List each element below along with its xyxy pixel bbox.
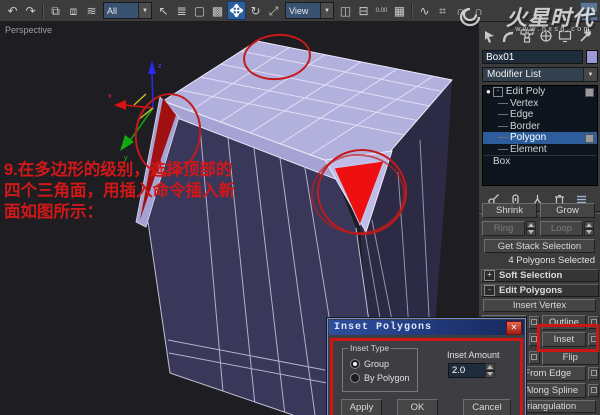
- stack-row-label: Edge: [510, 109, 534, 121]
- rollout-label: Soft Selection: [499, 270, 563, 281]
- modifier-stack: ● - Edit Poly Vertex Edge Border Polygon…: [482, 85, 598, 186]
- angle-snap-icon[interactable]: ∩: [470, 2, 487, 19]
- hierarchy-tab-icon[interactable]: [519, 28, 535, 44]
- stack-row-label: Edit Poly: [505, 86, 546, 98]
- reference-coordinate-dropdown[interactable]: View ▼: [285, 2, 334, 19]
- stack-row-edit-poly[interactable]: ● - Edit Poly: [483, 86, 597, 98]
- stack-row-box[interactable]: Box: [483, 155, 597, 168]
- dialog-title: Inset Polygons: [334, 322, 433, 333]
- loop-spinner[interactable]: [584, 221, 594, 236]
- tree-line: [498, 137, 508, 139]
- rollout-minus-icon[interactable]: -: [484, 285, 495, 296]
- percent-snap-icon[interactable]: 0.00: [373, 2, 390, 19]
- inset-polygons-dialog: Inset Polygons ✕ Inset Type Group By Pol…: [327, 318, 526, 415]
- stack-row-vertex[interactable]: Vertex: [483, 98, 597, 110]
- inset-annotation-box: [537, 324, 599, 352]
- insert-vertex-button[interactable]: Insert Vertex: [483, 299, 596, 312]
- select-object-icon[interactable]: ↖: [155, 2, 172, 19]
- bind-to-space-warp-icon[interactable]: ≋: [83, 2, 100, 19]
- rollout-plus-icon[interactable]: +: [484, 270, 495, 281]
- stack-row-border[interactable]: Border: [483, 121, 597, 133]
- 3dsmax-window: ↶ ↷ ⧉ ⧈ ≋ All ▼ ↖ ≣ ▢ ▩ ↻ ⤢ View ▼ ◫ ⊟ 0…: [0, 0, 600, 415]
- spline-settings-icon[interactable]: [588, 384, 599, 397]
- rollout-label: Edit Polygons: [499, 285, 563, 296]
- stack-expand-icon[interactable]: -: [492, 86, 503, 97]
- tutorial-annotation-text: 9.在多边形的级别，选择顶部的 四个三角面，用插入命令插入新 面如图所示：: [4, 161, 235, 221]
- edit-polygons-rollout[interactable]: - Edit Polygons: [481, 284, 599, 297]
- shrink-button[interactable]: Shrink: [482, 203, 537, 218]
- undo-icon[interactable]: ↶: [4, 2, 21, 19]
- move-cross-arrows: [230, 4, 243, 17]
- svg-text:x: x: [108, 93, 112, 100]
- dropdown-arrow-icon[interactable]: ▼: [138, 3, 151, 18]
- display-tab-icon[interactable]: [557, 28, 573, 44]
- select-by-name-icon[interactable]: ≣: [173, 2, 190, 19]
- create-tab-icon[interactable]: [481, 28, 497, 44]
- dialog-titlebar[interactable]: Inset Polygons: [329, 320, 524, 335]
- select-and-move-icon[interactable]: [227, 1, 246, 20]
- select-and-rotate-icon[interactable]: ↻: [247, 2, 264, 19]
- snap-toggle-icon[interactable]: ∩: [452, 2, 469, 19]
- soft-selection-rollout[interactable]: + Soft Selection: [481, 269, 599, 282]
- curve-editor-icon[interactable]: ∿: [416, 2, 433, 19]
- mirror-icon[interactable]: ◫: [337, 2, 354, 19]
- stack-row-edge[interactable]: Edge: [483, 109, 597, 121]
- grow-button[interactable]: Grow: [540, 203, 595, 218]
- panel-tabs: [481, 27, 599, 45]
- close-icon[interactable]: ✕: [506, 321, 522, 335]
- utilities-tab-icon[interactable]: [576, 28, 592, 44]
- modifier-list-dropdown[interactable]: Modifier List ▼: [482, 67, 598, 82]
- schematic-view-icon[interactable]: ⌗: [434, 2, 451, 19]
- dropdown-arrow-icon[interactable]: ▼: [320, 3, 333, 18]
- align-icon[interactable]: ⊟: [355, 2, 372, 19]
- stack-row-element[interactable]: Element: [483, 144, 597, 156]
- modify-tab-icon[interactable]: [500, 28, 516, 44]
- stack-checkbox[interactable]: [585, 134, 594, 143]
- layer-manager-icon[interactable]: ▦: [391, 2, 408, 19]
- lightbulb-icon[interactable]: ●: [486, 87, 491, 96]
- toolbar-separator: [42, 3, 44, 18]
- tree-line: [498, 125, 508, 127]
- stack-row-label: Vertex: [510, 97, 539, 109]
- stack-row-label: Element: [510, 143, 547, 155]
- object-color-swatch[interactable]: [586, 50, 598, 64]
- unlink-selection-icon[interactable]: ⧈: [65, 2, 82, 19]
- select-and-link-icon[interactable]: ⧉: [47, 2, 64, 19]
- stack-checkbox[interactable]: [585, 88, 594, 97]
- svg-text:z: z: [158, 63, 162, 70]
- redo-icon[interactable]: ↷: [22, 2, 39, 19]
- ring-spinner[interactable]: [526, 221, 536, 236]
- tree-line: [498, 114, 508, 116]
- loop-button[interactable]: Loop: [540, 221, 583, 236]
- ring-button[interactable]: Ring: [482, 221, 525, 236]
- dropdown-arrow-icon[interactable]: ▼: [583, 68, 597, 81]
- selection-filter-dropdown[interactable]: All ▼: [103, 2, 152, 19]
- selection-status: 4 Polygons Selected: [508, 255, 595, 266]
- modifier-list-label: Modifier List: [483, 68, 583, 81]
- stack-row-label: Box: [493, 156, 511, 168]
- motion-tab-icon[interactable]: [538, 28, 554, 44]
- selection-filter-value: All: [104, 3, 138, 18]
- tree-line: [498, 102, 508, 104]
- crossing-selection-icon[interactable]: ▩: [209, 2, 226, 19]
- bridge-settings-icon[interactable]: [528, 350, 540, 364]
- stack-row-label: Border: [510, 120, 541, 132]
- stack-row-polygon[interactable]: Polygon: [483, 132, 597, 144]
- toolbar-right-button[interactable]: [580, 2, 598, 21]
- tree-line: [498, 148, 508, 150]
- object-name-field[interactable]: Box01: [482, 50, 583, 64]
- select-and-scale-icon[interactable]: ⤢: [265, 2, 282, 19]
- stack-row-label: Polygon: [510, 132, 547, 144]
- hinge-settings-icon[interactable]: [588, 367, 599, 380]
- main-toolbar: ↶ ↷ ⧉ ⧈ ≋ All ▼ ↖ ≣ ▢ ▩ ↻ ⤢ View ▼ ◫ ⊟ 0…: [0, 0, 600, 22]
- toolbar-separator: [411, 3, 413, 18]
- reference-coordinate-value: View: [286, 3, 320, 18]
- rectangular-selection-region-icon[interactable]: ▢: [191, 2, 208, 19]
- get-stack-selection-button[interactable]: Get Stack Selection: [484, 239, 595, 253]
- dialog-annotation-box: [330, 338, 523, 415]
